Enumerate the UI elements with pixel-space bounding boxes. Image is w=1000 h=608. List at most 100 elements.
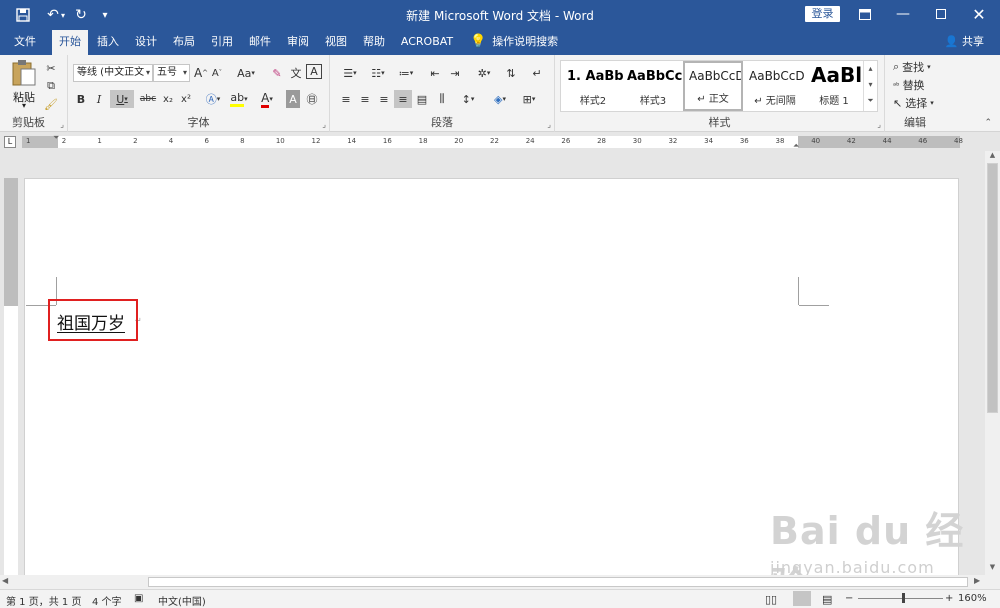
style-item-selected[interactable]: AaBbCcDd ↵ 正文 [683, 61, 743, 111]
close-icon[interactable]: ✕ [960, 0, 998, 28]
share-button[interactable]: 👤 共享 [945, 30, 984, 55]
columns-icon[interactable]: ⫼ [434, 90, 450, 108]
page-count[interactable]: 第 1 页，共 1 页 [6, 593, 81, 608]
tab-design[interactable]: 设计 [128, 30, 164, 55]
style-item[interactable]: AaBbCcI 样式3 [623, 61, 683, 111]
align-center-icon[interactable]: ≡ [357, 90, 373, 108]
tell-me-search[interactable]: 💡 操作说明搜索 [470, 30, 558, 55]
indent-marker[interactable]: ⏷ [53, 133, 59, 143]
more-icon[interactable]: ⏷ [864, 93, 877, 109]
collapse-ribbon-icon[interactable]: ⌃ [984, 118, 992, 128]
font-size-combo[interactable]: 五号 ▾ [153, 64, 190, 82]
tab-layout[interactable]: 布局 [166, 30, 202, 55]
tab-file[interactable]: 文件 [6, 30, 44, 55]
highlight-icon[interactable]: ab ▾ [228, 90, 250, 108]
tab-selector[interactable]: L [4, 136, 16, 148]
grow-font-button[interactable]: A ^ [194, 64, 208, 82]
minimize-icon[interactable]: — [884, 0, 922, 28]
superscript-button[interactable]: x² [178, 90, 194, 108]
justify-icon[interactable]: ≡ [394, 90, 412, 108]
language[interactable]: 中文(中国) [158, 593, 206, 608]
distributed-icon[interactable]: ▤ [414, 90, 430, 108]
style-item[interactable]: 1. AaBb 样式2 [563, 61, 623, 111]
tab-mailings[interactable]: 邮件 [242, 30, 278, 55]
zoom-in-icon[interactable]: + [945, 593, 953, 604]
find-button[interactable]: ⌕ 查找 ▾ [893, 58, 945, 76]
scroll-right-icon[interactable]: ▶ [974, 576, 980, 585]
subscript-button[interactable]: x₂ [160, 90, 176, 108]
chevron-down-icon[interactable]: ▾ [864, 77, 877, 93]
tab-references[interactable]: 引用 [204, 30, 240, 55]
shading-icon[interactable]: ◈ ▾ [488, 90, 512, 108]
scroll-left-icon[interactable]: ◀ [2, 576, 8, 585]
increase-indent-icon[interactable]: ⇥ [446, 64, 464, 82]
bullets-icon[interactable]: ☰ ▾ [338, 64, 362, 82]
borders-icon[interactable]: ⊞ ▾ [516, 90, 542, 108]
underline-button[interactable]: U ▾ [110, 90, 134, 108]
italic-button[interactable]: I [91, 90, 107, 108]
scroll-down-icon[interactable]: ▼ [985, 563, 1000, 575]
document-area[interactable] [22, 151, 985, 575]
clipboard-launcher-icon[interactable]: ⌟ [60, 120, 64, 129]
login-button[interactable]: 登录 [805, 6, 840, 22]
print-layout-icon[interactable] [793, 591, 811, 606]
tab-review[interactable]: 审阅 [280, 30, 316, 55]
select-button[interactable]: ↖ 选择 ▾ [893, 94, 945, 112]
sort-icon[interactable]: ⇅ [502, 64, 520, 82]
clear-formatting-icon[interactable]: ✎ [268, 64, 286, 82]
align-right-icon[interactable]: ≡ [376, 90, 392, 108]
change-case-button[interactable]: Aa ▾ [234, 64, 258, 82]
maximize-icon[interactable] [922, 0, 960, 28]
copy-icon[interactable]: ⧉ [42, 77, 60, 95]
tab-insert[interactable]: 插入 [90, 30, 126, 55]
document-page[interactable] [24, 178, 959, 575]
font-color-icon[interactable]: A ▾ [256, 90, 278, 108]
horizontal-scrollbar[interactable]: ◀ ▶ [0, 575, 1000, 589]
chinese-layout-icon[interactable]: ✲ ▾ [472, 64, 496, 82]
font-launcher-icon[interactable]: ⌟ [322, 120, 326, 129]
show-marks-icon[interactable]: ↵ [528, 64, 546, 82]
zoom-level[interactable]: 160% [958, 593, 987, 604]
horizontal-ruler[interactable]: 1 2 1 2 4 6 8 10 12 14 16 18 20 22 24 26 28 30 32 34 36 38 40 4… [0, 133, 1000, 151]
tab-view[interactable]: 视图 [318, 30, 354, 55]
right-indent-marker[interactable]: ⏶ [793, 141, 799, 151]
phonetic-guide-icon[interactable]: 文 [288, 64, 304, 82]
cut-icon[interactable]: ✂ [42, 59, 60, 77]
zoom-slider[interactable] [858, 598, 943, 599]
line-spacing-icon[interactable]: ↕ ▾ [456, 90, 480, 108]
multilevel-list-icon[interactable]: ≔ ▾ [394, 64, 418, 82]
tab-home[interactable]: 开始 [52, 30, 88, 55]
styles-launcher-icon[interactable]: ⌟ [877, 120, 881, 129]
strikethrough-button[interactable]: abc [138, 90, 158, 108]
text-effects-icon[interactable]: Ⓐ ▾ [202, 90, 224, 108]
vertical-scrollbar[interactable]: ▲ ▼ [985, 151, 1000, 575]
horizontal-scroll-thumb[interactable] [148, 577, 968, 587]
format-painter-icon[interactable]: 🖌 [42, 95, 60, 113]
enclose-characters-icon[interactable]: ㊐ [304, 90, 320, 108]
paste-button[interactable]: 粘贴 ▾ [8, 59, 40, 111]
chevron-up-icon[interactable]: ▴ [864, 61, 877, 77]
paragraph-launcher-icon[interactable]: ⌟ [547, 120, 551, 129]
align-left-icon[interactable]: ≡ [338, 90, 354, 108]
word-count[interactable]: 4 个字 [92, 593, 122, 608]
character-border-icon[interactable]: A [306, 64, 322, 79]
style-item[interactable]: AaBl 标题 1 [807, 61, 861, 111]
bold-button[interactable]: B [73, 90, 89, 108]
tab-acrobat[interactable]: ACROBAT [396, 30, 458, 55]
ribbon-display-options-icon[interactable] [846, 0, 884, 28]
gallery-scroll[interactable]: ▴ ▾ ⏷ [863, 61, 877, 111]
font-name-combo[interactable]: 等线 (中文正文 ▾ [73, 64, 153, 82]
decrease-indent-icon[interactable]: ⇤ [426, 64, 444, 82]
tab-help[interactable]: 帮助 [356, 30, 392, 55]
vertical-scroll-thumb[interactable] [987, 163, 998, 413]
shrink-font-button[interactable]: Aˇ [210, 64, 224, 82]
proofing-icon[interactable]: ▣ [134, 593, 143, 604]
zoom-out-icon[interactable]: − [845, 593, 853, 604]
numbering-icon[interactable]: ☷ ▾ [366, 64, 390, 82]
style-item[interactable]: AaBbCcDd ↵ 无间隔 [745, 61, 805, 111]
read-mode-icon[interactable]: ▯▯ [765, 593, 777, 606]
scroll-up-icon[interactable]: ▲ [985, 151, 1000, 163]
zoom-slider-thumb[interactable] [902, 593, 905, 603]
web-layout-icon[interactable]: ▤ [822, 593, 832, 606]
character-shading-icon[interactable]: A [286, 90, 300, 108]
